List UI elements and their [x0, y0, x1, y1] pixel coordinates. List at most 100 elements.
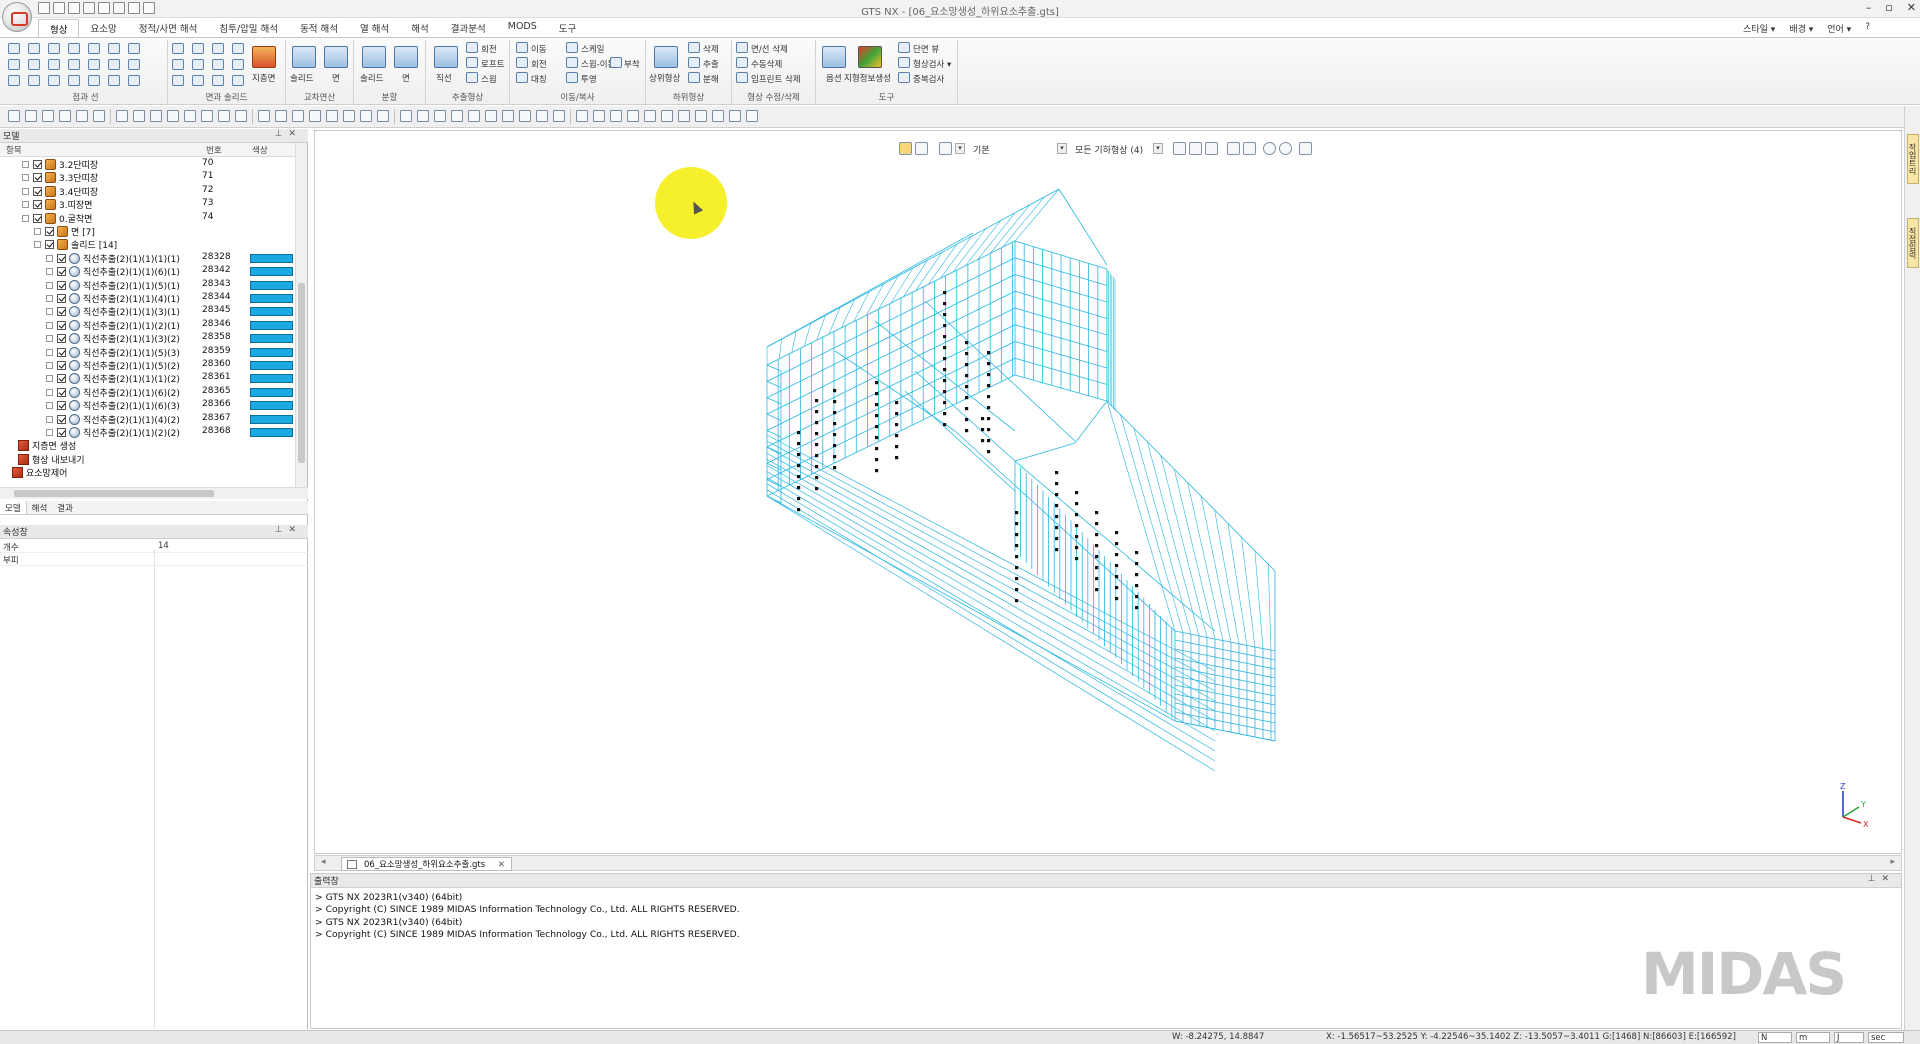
divide-solid-icon[interactable]: [362, 46, 386, 68]
polyline-icon[interactable]: [68, 43, 80, 54]
wedge-icon[interactable]: [212, 59, 224, 70]
imprint-delete-label[interactable]: 임프린트 삭제: [751, 73, 801, 85]
tab-dynamic[interactable]: 동적 해석: [289, 19, 349, 37]
view-iso-icon[interactable]: [661, 110, 673, 122]
revolve-icon[interactable]: [466, 42, 478, 53]
sub-delete-label[interactable]: 삭제: [703, 43, 719, 55]
tree-row[interactable]: 직선추출(2)(1)(1)(3)(2) 28358: [0, 332, 295, 345]
tree-row[interactable]: 직선추출(2)(1)(1)(4)(2) 28367: [0, 413, 295, 426]
cube-view-icon[interactable]: [678, 110, 690, 122]
fillet-icon[interactable]: [88, 75, 100, 86]
extrude-label[interactable]: 직선: [436, 72, 452, 84]
expand-toggle-icon[interactable]: [22, 187, 29, 195]
copy-view-icon[interactable]: [201, 110, 213, 122]
background-menu[interactable]: 배경 ▾: [1789, 22, 1813, 35]
fit-icon[interactable]: [519, 110, 531, 122]
project-icon[interactable]: [566, 72, 578, 83]
tree-row[interactable]: 요소망제어: [0, 466, 295, 479]
visibility-checkbox[interactable]: [57, 374, 66, 384]
shape-check-label[interactable]: 형상검사 ▾: [913, 58, 951, 70]
render-icon[interactable]: [695, 110, 707, 122]
tree-item-color-swatch[interactable]: [250, 307, 293, 317]
loft-icon[interactable]: [466, 57, 478, 68]
wire-icon[interactable]: [729, 110, 741, 122]
refresh-icon[interactable]: [292, 110, 304, 122]
tree-row[interactable]: 직선추출(2)(1)(1)(2)(2) 28368: [0, 426, 295, 439]
link-icon[interactable]: [309, 110, 321, 122]
plane-icon[interactable]: [212, 43, 224, 54]
filter-dropdown[interactable]: ▾: [955, 143, 965, 154]
arc-icon[interactable]: [48, 43, 60, 54]
tab-seepage[interactable]: 침투/압밀 해석: [208, 19, 289, 37]
revolve-label[interactable]: 회전: [481, 43, 497, 55]
visibility-checkbox[interactable]: [45, 227, 54, 236]
visibility-checkbox[interactable]: [33, 173, 42, 183]
model-viewport[interactable]: ▾ 기본 ▾ 모든 기하형상 (4) ▾ Z Y X: [314, 130, 1902, 854]
expand-toggle-icon[interactable]: [22, 161, 29, 168]
tree-horizontal-scrollbar[interactable]: [0, 487, 308, 499]
corner-icon[interactable]: [88, 43, 100, 54]
tab-thermal[interactable]: 열 해석: [349, 19, 400, 37]
unit-energy-select[interactable]: J: [1834, 1032, 1864, 1043]
side-tab-direct-input[interactable]: 직접입력: [1907, 218, 1919, 268]
expand-toggle-icon[interactable]: [46, 362, 53, 369]
expand-toggle-icon[interactable]: [46, 335, 53, 343]
offset-icon[interactable]: [68, 59, 80, 70]
expand-toggle-icon[interactable]: [46, 348, 53, 356]
expand-toggle-icon[interactable]: [46, 375, 53, 383]
rotate-view-icon[interactable]: [468, 110, 480, 122]
polygon-icon[interactable]: [48, 75, 60, 86]
tree-item-color-swatch[interactable]: [250, 401, 293, 411]
scale-icon[interactable]: [566, 42, 578, 53]
select-line-icon[interactable]: [1205, 142, 1218, 155]
panel-pin-icon[interactable]: ⊥✕: [275, 129, 302, 139]
tab-geometry[interactable]: 형상: [38, 19, 80, 37]
tree-item-color-swatch[interactable]: [250, 320, 293, 330]
strata-surface-label[interactable]: 지층면: [252, 72, 275, 84]
visibility-checkbox[interactable]: [57, 294, 66, 303]
tree-row[interactable]: 면 [7]: [0, 225, 295, 238]
pen-icon[interactable]: [377, 110, 389, 122]
show-icon[interactable]: [59, 110, 71, 122]
rectangle-icon[interactable]: [28, 75, 40, 86]
lock-icon[interactable]: [25, 110, 37, 122]
column-number[interactable]: 번호: [206, 144, 222, 156]
app-logo-icon[interactable]: [2, 2, 32, 32]
boolean-solid-icon[interactable]: [292, 46, 316, 68]
boolean-surface-label[interactable]: 면: [332, 72, 340, 84]
view-front-icon[interactable]: [576, 110, 588, 122]
visibility-checkbox[interactable]: [45, 240, 54, 250]
expand-toggle-icon[interactable]: [46, 281, 53, 289]
tree-row[interactable]: 지층면 생성: [0, 439, 295, 452]
visibility-checkbox[interactable]: [57, 267, 66, 277]
divide-solid-label[interactable]: 솔리드: [360, 72, 383, 84]
trim-icon[interactable]: [128, 43, 140, 54]
tree-item-color-swatch[interactable]: [250, 294, 293, 303]
ellipse-icon[interactable]: [68, 75, 80, 86]
explode-label[interactable]: 분해: [703, 73, 719, 85]
options-icon[interactable]: [822, 46, 846, 68]
rotate-line-icon[interactable]: [48, 59, 60, 70]
deselect-icon[interactable]: [1227, 142, 1240, 155]
section-view-icon[interactable]: [898, 42, 910, 53]
view-mode-label[interactable]: 기본: [973, 143, 990, 156]
divide-surface-label[interactable]: 면: [402, 72, 410, 84]
tree-item-color-swatch[interactable]: [250, 280, 293, 290]
tree-item-color-swatch[interactable]: [250, 334, 293, 344]
tree-row[interactable]: 3.띠장면 73: [0, 198, 295, 211]
visibility-checkbox[interactable]: [57, 253, 66, 263]
view-top-icon[interactable]: [644, 110, 656, 122]
boolean-surface-icon[interactable]: [324, 46, 348, 68]
tab-tools[interactable]: 도구: [548, 19, 587, 37]
tree-item-color-swatch[interactable]: [250, 387, 293, 397]
tree-vertical-scrollbar[interactable]: [295, 143, 307, 487]
play-record-icon[interactable]: [1279, 142, 1292, 155]
attach-icon[interactable]: [610, 57, 622, 68]
tree-row[interactable]: 직선추출(2)(1)(1)(6)(3) 28366: [0, 399, 295, 412]
minimize-button[interactable]: –: [1866, 1, 1872, 14]
column-item[interactable]: 항목: [6, 144, 22, 156]
strata-surface-icon[interactable]: [252, 46, 276, 68]
visibility-checkbox[interactable]: [57, 414, 66, 424]
intersect-icon[interactable]: [108, 43, 120, 54]
visibility-checkbox[interactable]: [33, 213, 42, 223]
